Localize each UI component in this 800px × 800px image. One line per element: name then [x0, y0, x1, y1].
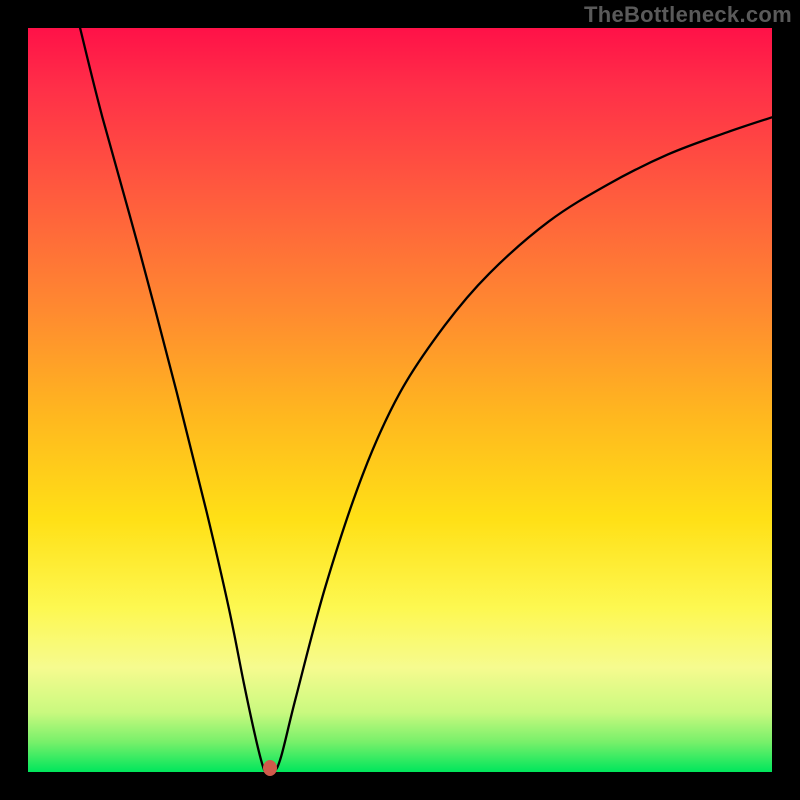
chart-container: TheBottleneck.com — [0, 0, 800, 800]
attribution-label: TheBottleneck.com — [584, 2, 792, 28]
minimum-marker — [263, 760, 277, 776]
bottleneck-curve — [28, 28, 772, 772]
